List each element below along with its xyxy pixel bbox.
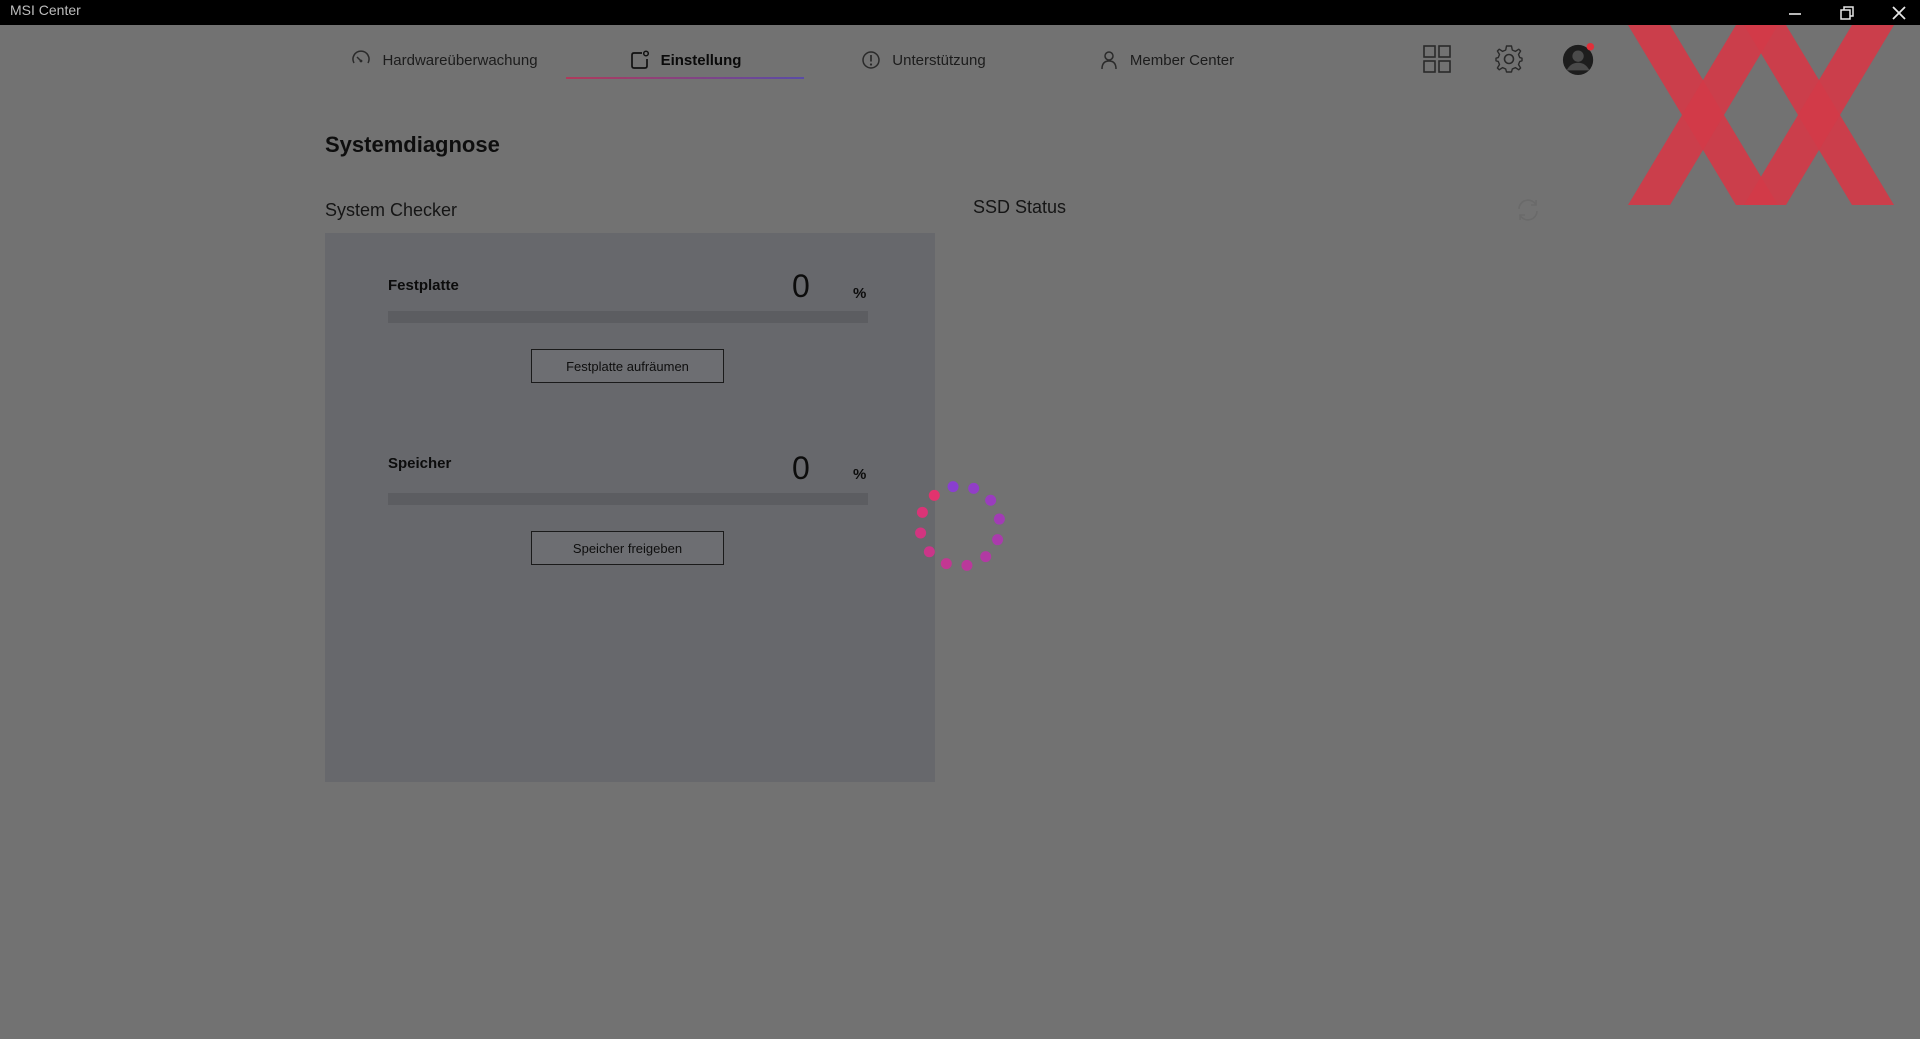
tab-label: Einstellung [660,51,742,69]
app-title: MSI Center [10,2,81,18]
spinner-dot [985,494,997,506]
spinner-dot [916,506,928,518]
page-title: Systemdiagnose [325,132,500,157]
close-button[interactable] [1876,0,1920,25]
memory-unit: % [853,466,867,483]
gauge-icon [352,50,371,64]
avatar[interactable] [1562,42,1596,76]
active-tab-indicator [566,77,804,79]
tab-label: Unterstützung [892,51,986,69]
memory-progress-bar [388,493,868,505]
title-bar: MSI Center [0,0,1920,25]
user-icon [1101,51,1117,70]
spinner-dot [980,551,992,563]
notification-dot [1586,42,1595,51]
restore-button[interactable] [1824,0,1870,25]
tab-label: Hardwareüberwachung [382,51,538,69]
clean-disk-button[interactable]: Festplatte aufräumen [531,349,724,383]
gear-icon [1495,45,1523,73]
free-memory-button[interactable]: Speicher freigeben [531,531,724,565]
settings-doc-icon [630,50,649,69]
spinner-dot [961,559,973,571]
tab-label: Member Center [1129,51,1235,69]
spinner-dot [940,558,952,570]
tab-settings[interactable]: Einstellung [566,40,804,80]
spinner-dot [968,482,980,494]
restore-icon [1840,5,1854,20]
system-checker-title: System Checker [325,200,458,220]
spinner-dot [992,534,1004,546]
system-checker-panel: Festplatte 0 % Festplatte aufräumen Spei… [325,233,935,782]
tab-support[interactable]: Unterstützung [842,40,1004,80]
disk-progress-bar [388,311,868,323]
refresh-icon[interactable] [1514,196,1542,224]
spinner-dot [915,527,927,539]
grid-icon [1423,45,1451,73]
apps-grid-button[interactable] [1420,42,1454,76]
disk-value: 0 [792,268,810,304]
disk-unit: % [853,285,867,302]
ssd-status-title: SSD Status [973,197,1067,217]
spinner-dot [928,489,940,501]
brand-logo [1628,25,1894,205]
spinner-dot [947,481,959,493]
memory-value: 0 [792,450,810,486]
minimize-icon [1789,12,1801,15]
disk-label: Festplatte [388,277,459,294]
avatar-icon [1562,42,1595,76]
spinner-dot [923,546,935,558]
tab-member-center[interactable]: Member Center [1086,40,1246,80]
tab-hardware-monitoring[interactable]: Hardwareüberwachung [340,40,548,80]
settings-button[interactable] [1492,42,1526,76]
memory-label: Speicher [388,455,452,472]
close-icon [1892,5,1906,20]
spinner-dot [993,513,1005,525]
info-icon [862,51,881,69]
minimize-button[interactable] [1772,0,1818,25]
loading-spinner [915,481,1005,571]
